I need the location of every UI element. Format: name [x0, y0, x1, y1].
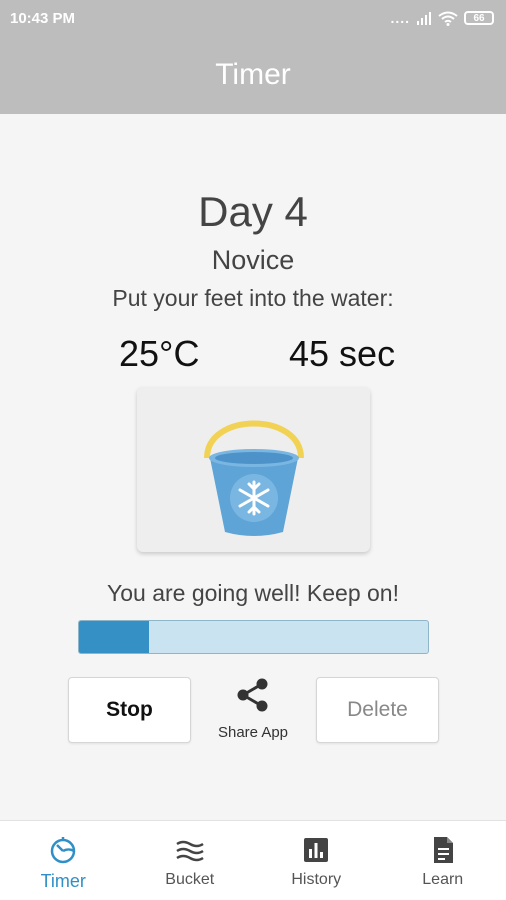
level-label: Novice: [211, 245, 295, 275]
ice-bucket-icon: [203, 420, 304, 536]
document-icon: [433, 837, 453, 863]
page-title: Timer: [215, 58, 291, 91]
progress-fill: [79, 621, 149, 653]
share-app-button[interactable]: Share App: [205, 676, 301, 758]
nav-item-history[interactable]: History: [253, 821, 380, 900]
share-label: Share App: [217, 724, 289, 741]
signal-dots: ....: [390, 10, 410, 26]
duration-value: 45 sec: [289, 333, 396, 374]
bucket-card: [137, 387, 370, 552]
timer-icon: [51, 837, 76, 864]
nav-item-learn[interactable]: Learn: [380, 821, 506, 900]
nav-label-learn: Learn: [422, 871, 464, 888]
nav-label-history: History: [291, 871, 342, 888]
nav-item-timer[interactable]: Timer: [0, 821, 127, 900]
progress-bar: [78, 620, 429, 654]
encouragement-text: You are going well! Keep on!: [107, 580, 399, 606]
wifi-icon: [438, 11, 458, 26]
battery-icon: 66: [464, 11, 494, 25]
status-icons: .... 66: [390, 10, 494, 26]
nav-label-timer: Timer: [40, 871, 86, 891]
bottom-nav: Timer Bucket History Learn: [0, 820, 506, 900]
instruction-text: Put your feet into the water:: [112, 285, 394, 311]
app-bar: Timer: [0, 36, 506, 114]
status-bar: 10:43 PM .... 66: [0, 0, 506, 36]
temperature-value: 25°C: [119, 333, 200, 374]
delete-button[interactable]: Delete: [316, 677, 439, 743]
waves-icon: [176, 840, 204, 862]
day-title: Day 4: [198, 188, 308, 235]
nav-item-bucket[interactable]: Bucket: [127, 821, 254, 900]
nav-label-bucket: Bucket: [165, 871, 215, 888]
signal-icon: [417, 12, 431, 25]
status-time: 10:43 PM: [10, 9, 76, 27]
stop-button[interactable]: Stop: [68, 677, 191, 743]
share-icon: [237, 678, 268, 712]
bar-chart-icon: [304, 838, 329, 862]
